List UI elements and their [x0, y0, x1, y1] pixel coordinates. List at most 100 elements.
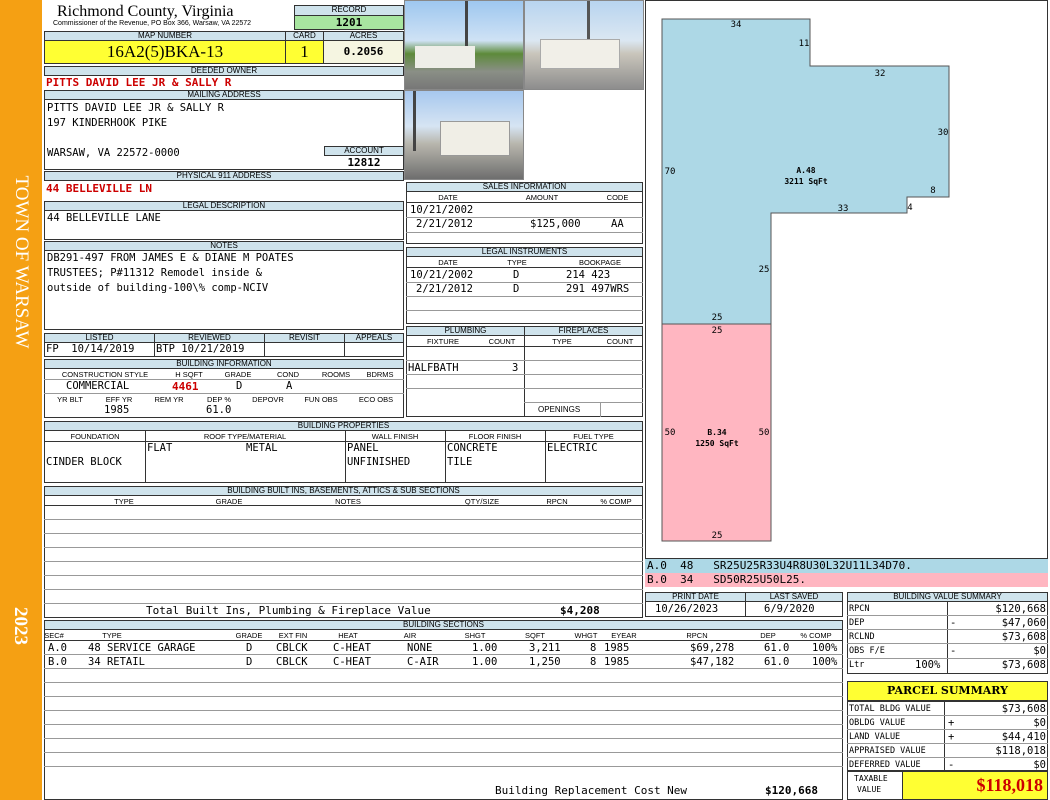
brcn-label: Building Replacement Cost New [495, 784, 688, 797]
li-r2-date: 2/21/2012 [416, 283, 473, 295]
property-photo-3 [404, 90, 524, 180]
address-label: PHYSICAL 911 ADDRESS [44, 171, 404, 181]
section-row-0-col-1: 48 SERVICE GARAGE [88, 642, 196, 654]
year-label: 2023 [10, 607, 31, 645]
sections-h-9: EYEAR [611, 631, 637, 640]
property-photo-1 [404, 0, 524, 90]
sections-h-1: TYPE [102, 631, 122, 640]
section-row-0-col-12: 100% [812, 642, 838, 654]
bi-h2-depovr: DEPOVR [252, 395, 284, 404]
section-row-0-col-10: $69,278 [690, 642, 735, 654]
sketch-code-a: A.0 48 SR25U25R33U4R8U30L32U11L34D70. [645, 559, 1048, 573]
parcel-appraised-label: APPRAISED VALUE [849, 746, 926, 756]
fire-h-type: TYPE [552, 337, 572, 346]
sections-h-6: SHGT [464, 631, 486, 640]
bi-h-grade: GRADE [224, 370, 252, 379]
section-row-1-col-9: 1985 [604, 656, 630, 668]
section-row-0-col-5: NONE [407, 642, 433, 654]
sum-dep-label: DEP [849, 618, 865, 628]
taxable-value: $118,018 [902, 771, 1048, 800]
parcel-obldg-sign: + [948, 717, 955, 729]
sketch-code-b: B.0 34 SD50R25U50L25. [645, 573, 1048, 587]
section-row-0-col-3: CBLCK [276, 642, 308, 654]
mailing-line-3: WARSAW, VA 22572-0000 [47, 147, 180, 159]
dim-a-top: 34 [731, 20, 742, 30]
notes-line-3: outside of building-100\% comp-NCIV [47, 282, 269, 294]
plumb-h-fixture: FIXTURE [426, 337, 460, 346]
sum-dep-sign: - [950, 617, 957, 629]
listed-value: FP 10/14/2019 [46, 343, 135, 355]
bi-cond: A [286, 380, 293, 392]
builtins-total-label: Total Built Ins, Plumbing & Fireplace Va… [146, 604, 431, 617]
record-value: 1201 [294, 15, 404, 30]
town-label: TOWN OF WARSAW [11, 175, 32, 349]
props-floor-1: CONCRETE [447, 442, 498, 454]
openings-label: OPENINGS [538, 405, 581, 414]
dim-a-11: 11 [799, 39, 810, 49]
building-sketch: 34 11 32 30 8 4 33 70 25 25 25 50 50 25 … [661, 18, 950, 542]
address-value: 44 BELLEVILLE LN [46, 182, 152, 195]
sections-h-0: SEC# [44, 631, 64, 640]
section-row-1-col-5: C-AIR [407, 656, 439, 668]
bi-h-bdrms: BDRMS [366, 370, 394, 379]
legal-value: 44 BELLEVILLE LANE [47, 212, 161, 224]
li-h-type: TYPE [507, 258, 527, 267]
section-row-0-col-2: D [246, 642, 253, 654]
builtins-box [44, 495, 643, 618]
section-b-area: 1250 SqFt [695, 439, 739, 448]
acres-value: 0.2056 [323, 40, 404, 64]
section-row-0-col-7: 3,211 [529, 642, 561, 654]
sections-h-11: DEP [760, 631, 776, 640]
sum-ltr: $73,608 [1001, 659, 1046, 671]
parcel-land: $44,410 [1001, 731, 1046, 743]
plumb-fixture: HALFBATH [408, 362, 459, 374]
li-r2-book: 291 497WRS [566, 283, 630, 295]
sales-h-date: DATE [438, 193, 458, 202]
dim-a-32: 32 [875, 69, 886, 79]
bi-dep: 61.0 [206, 404, 232, 416]
bi-h-hsqft: H SQFT [175, 370, 203, 379]
bi-h2-yrblt: YR BLT [57, 395, 83, 404]
bi-h2-ecoobs: ECO OBS [358, 395, 394, 404]
parcel-deferred-label: DEFERRED VALUE [849, 760, 921, 770]
section-row-0-col-11: 61.0 [764, 642, 790, 654]
props-wall-1: PANEL [347, 442, 379, 454]
parcel-land-label: LAND VALUE [849, 732, 901, 742]
taxable-label-1: TAXABLE [854, 774, 888, 783]
li-h-bookpage: BOOKPAGE [579, 258, 621, 267]
sections-h-3: EXT FIN [278, 631, 308, 640]
section-a-label: A.48 [796, 166, 815, 175]
sum-ltr-pct: 100% [915, 659, 941, 671]
sections-h-5: AIR [403, 631, 417, 640]
li-h-date: DATE [438, 258, 458, 267]
props-roof-type: FLAT [147, 442, 173, 454]
brcn-value: $120,668 [765, 784, 818, 797]
props-h-roof: ROOF TYPE/MATERIAL [203, 432, 287, 441]
sum-rpcn: $120,668 [995, 603, 1046, 615]
section-row-1-col-7: 1,250 [529, 656, 561, 668]
side-banner [0, 0, 42, 800]
sections-h-7: SQFT [525, 631, 545, 640]
bi-h-cond: COND [276, 370, 300, 379]
notes-line-2: TRUSTEES; P#11312 Remodel inside & [47, 267, 262, 279]
notes-line-1: DB291-497 FROM JAMES E & DIANE M POATES [47, 252, 294, 264]
dim-b-25-top: 25 [712, 326, 723, 336]
sum-rclnd: $73,608 [1001, 631, 1046, 643]
section-row-1-col-4: C-HEAT [333, 656, 371, 668]
bi-style: COMMERCIAL [66, 380, 130, 392]
dim-a-70: 70 [665, 167, 676, 177]
sections-h-12: % COMP [800, 631, 832, 640]
section-row-0-col-8: 8 [590, 642, 597, 654]
taxable-label-2: VALUE [857, 785, 882, 794]
sections-h-10: RPCN [686, 631, 708, 640]
props-fuel: ELECTRIC [547, 442, 598, 454]
builtins-total: $4,208 [560, 604, 600, 617]
plumb-h-count: COUNT [488, 337, 516, 346]
section-row-0-col-0: A.0 [48, 642, 67, 654]
section-row-1-col-0: B.0 [48, 656, 67, 668]
dim-a-30: 30 [938, 128, 949, 138]
sum-dep: $47,060 [1001, 617, 1046, 629]
sections-h-4: HEAT [338, 631, 358, 640]
owner-name: PITTS DAVID LEE JR & SALLY R [46, 76, 232, 89]
parcel-summary-title: PARCEL SUMMARY [847, 681, 1048, 701]
